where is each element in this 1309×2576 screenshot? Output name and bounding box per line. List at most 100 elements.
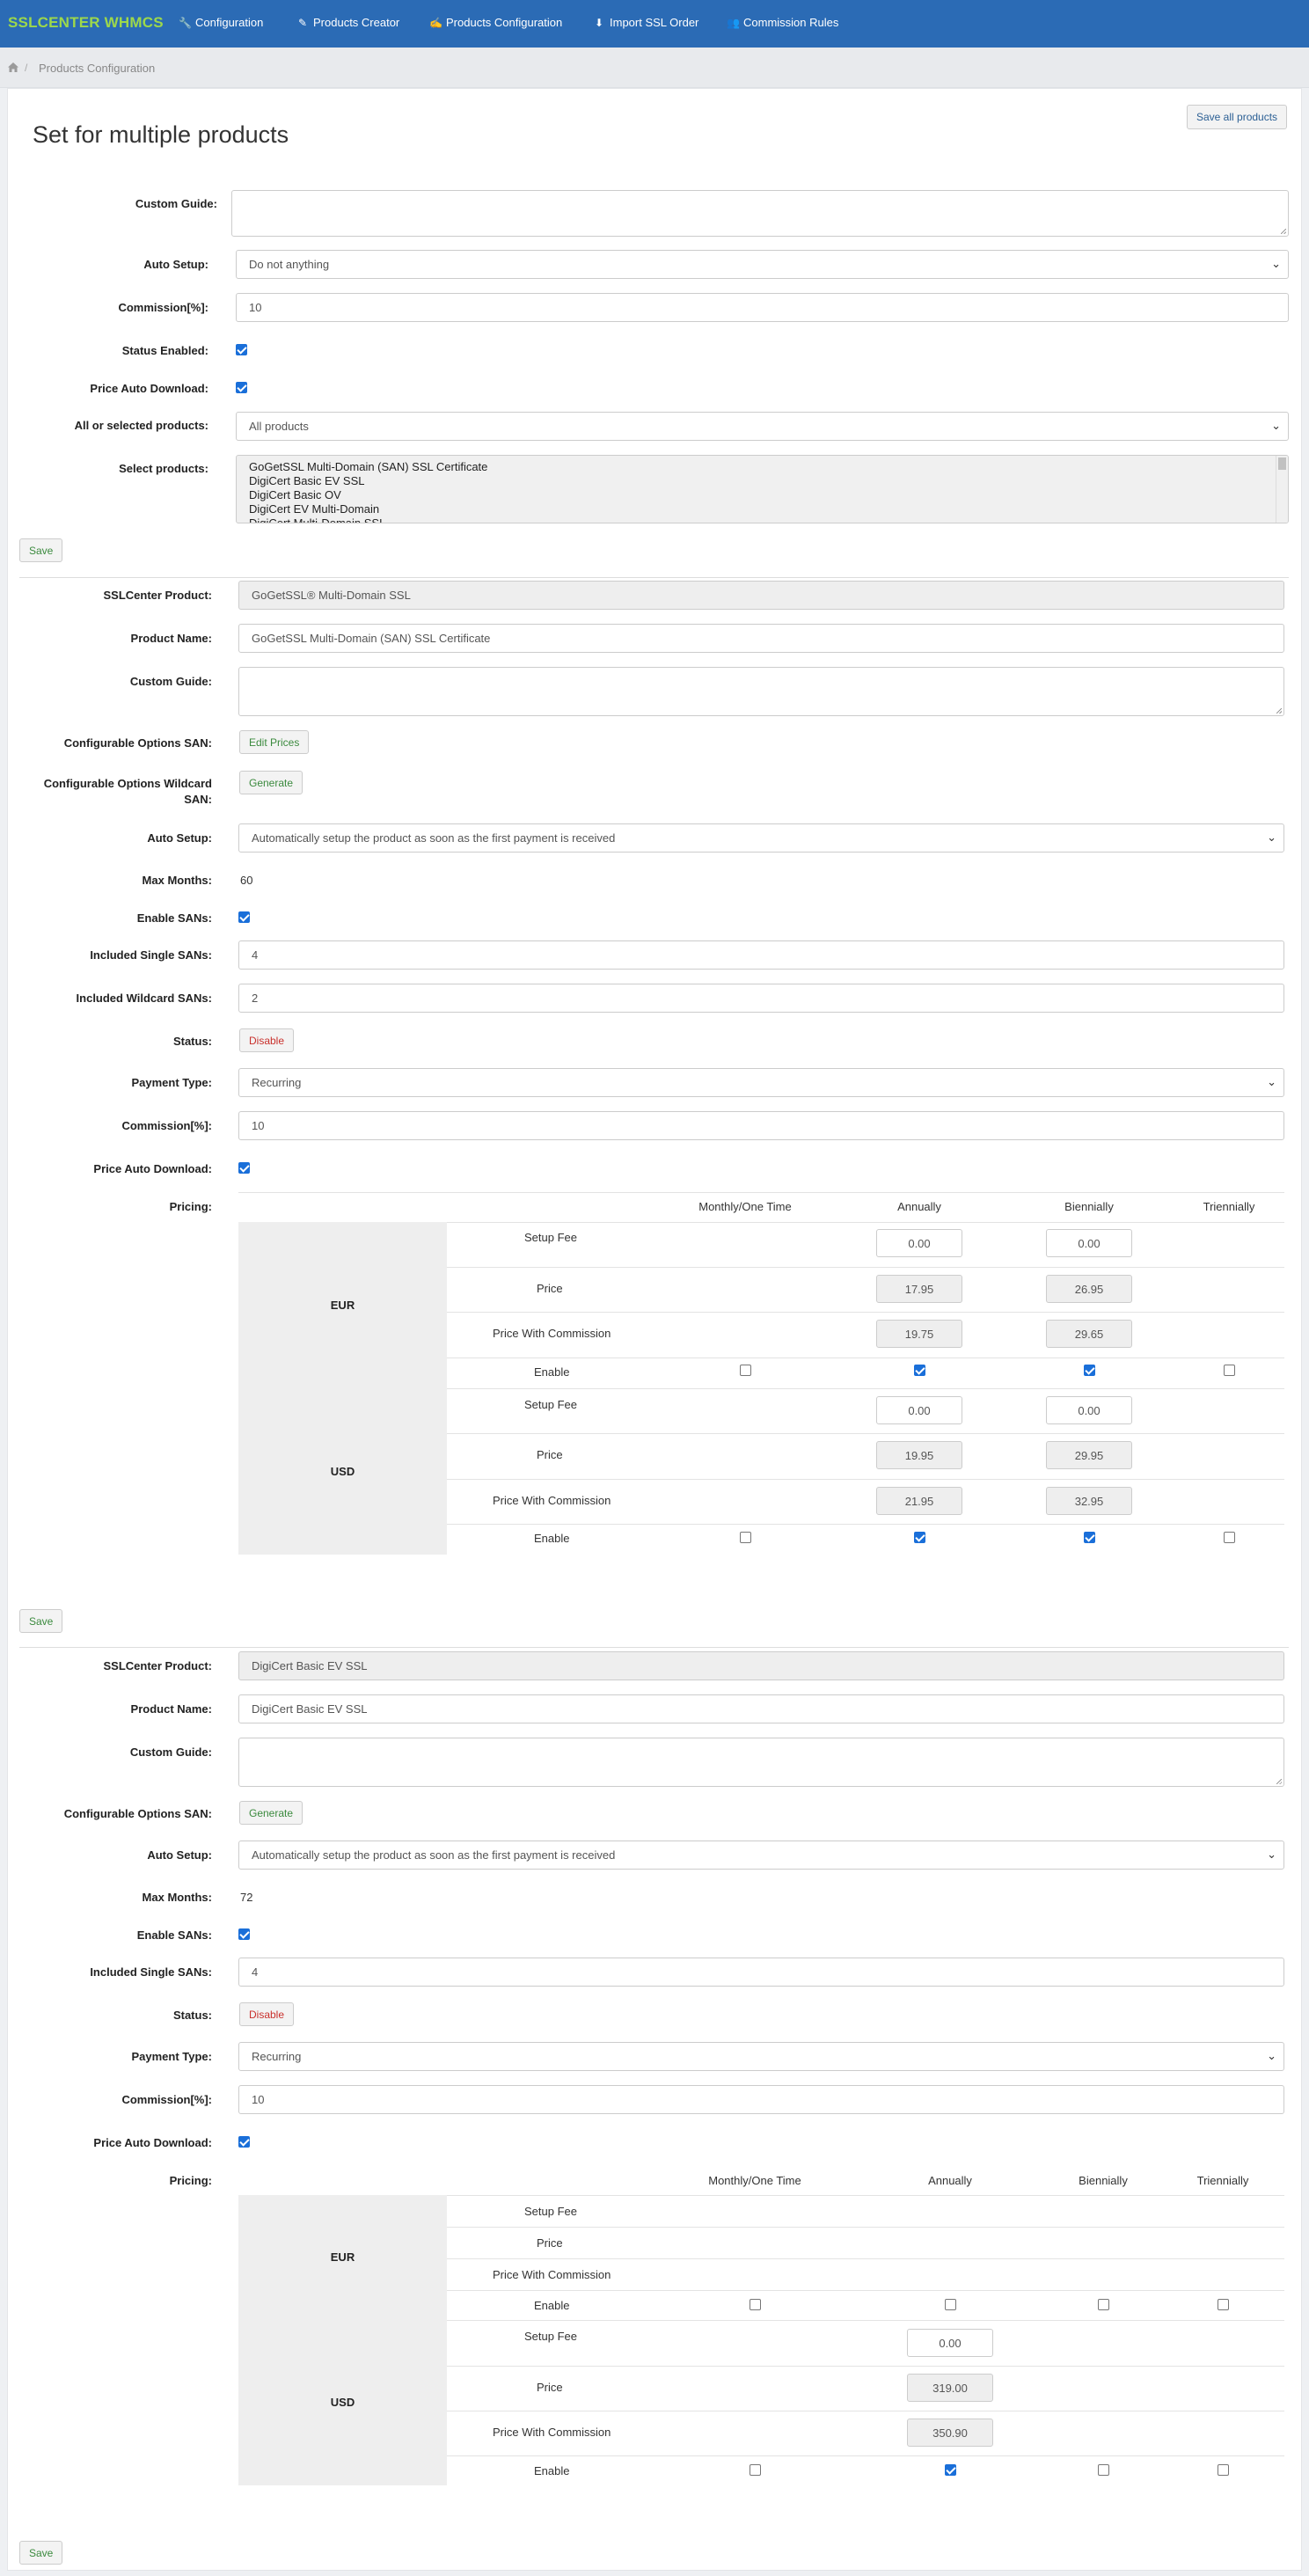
p1-edit-prices-button[interactable]: Edit Prices	[239, 730, 310, 754]
p1-custom-guide-textarea[interactable]	[238, 667, 1284, 716]
p2-enable-sans-checkbox[interactable]	[238, 1928, 250, 1940]
p2-sslcenter-product-input[interactable]: DigiCert Basic EV SSL	[238, 1651, 1284, 1680]
nav-import-ssl-order[interactable]: ⬇ Import SSL Order	[593, 16, 698, 29]
p1-usd-enable-monthly[interactable]	[740, 1532, 751, 1543]
nav-commission-rules[interactable]: 👥 Commission Rules	[727, 16, 838, 29]
p2-usd-setup-annually[interactable]: 0.00	[907, 2329, 993, 2357]
p2-eur-enable-monthly[interactable]	[750, 2299, 761, 2310]
p2-eur-enable-annually[interactable]	[945, 2299, 956, 2310]
p2-auto-setup-select[interactable]: Automatically setup the product as soon …	[238, 1841, 1284, 1870]
custom-guide-label: Custom Guide:	[129, 675, 212, 688]
p1-eur-enable-monthly[interactable]	[740, 1365, 751, 1376]
payment-type-label: Payment Type:	[131, 1076, 212, 1089]
p2-usd-enable-annually[interactable]	[945, 2464, 956, 2476]
p2-disable-button[interactable]: Disable	[239, 2002, 295, 2026]
p1-commission-input[interactable]: 10	[238, 1111, 1284, 1140]
p1-eur-setup-biennially[interactable]: 0.00	[1046, 1229, 1132, 1257]
p1-auto-setup-select[interactable]: Automatically setup the product as soon …	[238, 823, 1284, 853]
p1-eur-enable-biennially[interactable]	[1084, 1365, 1095, 1376]
multi-all-or-selected-select[interactable]: All products ⌄	[236, 412, 1289, 441]
auto-setup-label: Auto Setup:	[143, 258, 208, 271]
p2-price-auto-download-checkbox[interactable]	[238, 2136, 250, 2148]
p1-generate-wildcard-button[interactable]: Generate	[239, 771, 303, 794]
multi-commission-input[interactable]: 10	[236, 293, 1289, 322]
p1-sslcenter-product-input[interactable]: GoGetSSL® Multi-Domain SSL	[238, 581, 1284, 610]
row-price: Price	[537, 2381, 563, 2394]
p1-eur-setup-annually[interactable]: 0.00	[876, 1229, 962, 1257]
p1-usd-enable-triennially[interactable]	[1224, 1532, 1235, 1543]
scrollbar-thumb[interactable]	[1278, 457, 1286, 470]
row-line	[447, 1524, 1284, 1525]
row-setup-fee: Setup Fee	[524, 2330, 577, 2343]
p1-eur-enable-annually[interactable]	[914, 1365, 925, 1376]
p2-save-button[interactable]: Save	[19, 2541, 63, 2565]
p2-generate-san-button[interactable]: Generate	[239, 1801, 303, 1825]
p1-usd-price-biennially: 29.95	[1046, 1441, 1132, 1469]
row-line	[447, 1479, 1284, 1480]
col-monthly: Monthly/One Time	[708, 2174, 801, 2187]
p2-eur-enable-triennially[interactable]	[1218, 2299, 1229, 2310]
p2-commission-input[interactable]: 10	[238, 2085, 1284, 2114]
listbox-option[interactable]: DigiCert Basic EV SSL	[237, 474, 1288, 488]
nav-label: Import SSL Order	[610, 16, 699, 29]
download-icon: ⬇	[594, 17, 604, 29]
included-wildcard-sans-label: Included Wildcard SANs:	[76, 992, 212, 1005]
p1-usd-enable-annually[interactable]	[914, 1532, 925, 1543]
payment-type-label: Payment Type:	[131, 2050, 212, 2063]
multi-select-products-listbox[interactable]: GoGetSSL Multi-Domain (SAN) SSL Certific…	[236, 455, 1289, 523]
currency-label: USD	[330, 2396, 355, 2409]
p2-eur-enable-biennially[interactable]	[1098, 2299, 1109, 2310]
p1-usd-setup-biennially[interactable]: 0.00	[1046, 1396, 1132, 1424]
p2-eur-cell: EUR	[238, 2195, 447, 2320]
p2-included-single-sans-input[interactable]: 4	[238, 1958, 1284, 1987]
nav-products-creator[interactable]: ✎ Products Creator	[296, 16, 399, 29]
listbox-option[interactable]: DigiCert EV Multi-Domain	[237, 502, 1288, 516]
listbox-option[interactable]: DigiCert Basic OV	[237, 488, 1288, 502]
listbox-option[interactable]: GoGetSSL Multi-Domain (SAN) SSL Certific…	[237, 460, 1288, 474]
p1-included-wildcard-sans-input[interactable]: 2	[238, 984, 1284, 1013]
multi-price-auto-download-checkbox[interactable]	[236, 382, 247, 393]
p2-usd-enable-monthly[interactable]	[750, 2464, 761, 2476]
multi-auto-setup-select[interactable]: Do not anything ⌄	[236, 250, 1289, 279]
p1-eur-pwc-biennially: 29.65	[1046, 1320, 1132, 1348]
p1-save-button[interactable]: Save	[19, 1609, 63, 1633]
row-line	[447, 2290, 1284, 2291]
home-icon[interactable]	[8, 62, 18, 72]
p2-payment-type-select[interactable]: Recurring ⌄	[238, 2042, 1284, 2071]
p1-product-name-input[interactable]: GoGetSSL Multi-Domain (SAN) SSL Certific…	[238, 624, 1284, 653]
breadcrumb-separator: /	[25, 62, 28, 74]
nav-configuration[interactable]: 🔧 Configuration	[179, 16, 263, 29]
col-triennially: Triennially	[1196, 2174, 1249, 2187]
row-enable: Enable	[534, 2464, 570, 2477]
p1-included-single-sans-input[interactable]: 4	[238, 940, 1284, 970]
listbox-scrollbar[interactable]	[1276, 456, 1288, 523]
row-line	[447, 1267, 1284, 1268]
currency-label: EUR	[330, 2250, 355, 2264]
p1-disable-button[interactable]: Disable	[239, 1028, 295, 1052]
breadcrumb-current: Products Configuration	[39, 62, 156, 75]
p2-usd-enable-biennially[interactable]	[1098, 2464, 1109, 2476]
multi-status-enabled-checkbox[interactable]	[236, 344, 247, 355]
p1-enable-sans-checkbox[interactable]	[238, 911, 250, 923]
multi-custom-guide-textarea[interactable]	[231, 190, 1289, 237]
p2-max-months-value: 72	[240, 1891, 253, 1904]
row-price: Price	[537, 1282, 563, 1295]
auto-setup-label: Auto Setup:	[147, 1848, 212, 1862]
nav-label: Products Creator	[313, 16, 400, 29]
p1-usd-setup-annually[interactable]: 0.00	[876, 1396, 962, 1424]
p1-payment-type-select[interactable]: Recurring ⌄	[238, 1068, 1284, 1097]
multi-save-button[interactable]: Save	[19, 538, 63, 562]
brand-logo[interactable]: SSLCENTER WHMCS	[8, 14, 164, 32]
p1-usd-enable-biennially[interactable]	[1084, 1532, 1095, 1543]
p2-usd-enable-triennially[interactable]	[1218, 2464, 1229, 2476]
p1-usd-pwc-annually: 21.95	[876, 1487, 962, 1515]
select-value: Automatically setup the product as soon …	[252, 831, 616, 845]
p2-custom-guide-textarea[interactable]	[238, 1738, 1284, 1787]
p1-price-auto-download-checkbox[interactable]	[238, 1162, 250, 1174]
p2-product-name-input[interactable]: DigiCert Basic EV SSL	[238, 1694, 1284, 1723]
listbox-option[interactable]: DigiCert Multi-Domain SSL	[237, 516, 1288, 523]
commission-label: Commission[%]:	[121, 1119, 212, 1132]
p1-eur-enable-triennially[interactable]	[1224, 1365, 1235, 1376]
save-all-products-button[interactable]: Save all products	[1187, 105, 1288, 129]
nav-products-configuration[interactable]: ✍ Products Configuration	[429, 16, 562, 29]
